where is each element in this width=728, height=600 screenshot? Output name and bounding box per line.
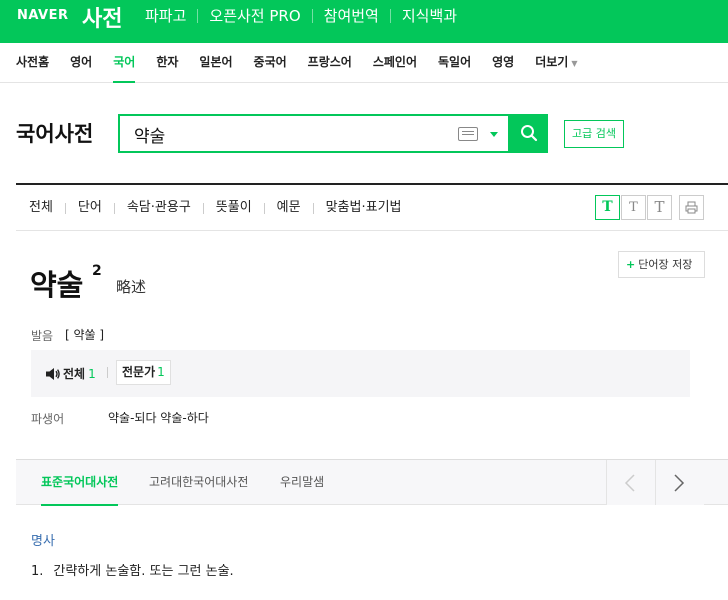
filter-tab-idiom[interactable]: 속담·관용구 [127,199,191,217]
print-button[interactable] [679,195,704,220]
divider [263,202,265,214]
entry-headword: 약술 [30,268,84,302]
source-tab-standard[interactable]: 표준국어대사전 [41,460,119,506]
lang-tab-japanese[interactable]: 일본어 [199,43,232,83]
divider [16,183,728,185]
dictionary-logo[interactable]: 사전 [82,1,122,33]
audio-all-button[interactable]: 전체 1 [45,365,96,382]
top-nav-open-dict-pro[interactable]: 오픈사전 PRO [209,6,300,26]
source-tab-korea-univ[interactable]: 고려대한국어대사전 [149,460,248,505]
audio-expert-count: 1 [157,365,165,379]
lang-tab-hanja[interactable]: 한자 [156,43,178,83]
lang-tab-chinese[interactable]: 중국어 [254,43,287,83]
chevron-right-icon [674,474,685,492]
lang-tab-english-english[interactable]: 영영 [492,43,514,83]
divider [64,202,66,214]
audio-expert-label: 전문가 [122,365,156,379]
language-nav: 사전홈 영어 국어 한자 일본어 중국어 프랑스어 스페인어 독일어 영영 더보… [0,43,728,83]
divider [389,9,391,23]
naver-logo[interactable]: NAVER [17,8,69,23]
pronunciation-label: 발음 [31,329,54,343]
caret-down-icon[interactable] [490,132,498,137]
divider [312,202,314,214]
derivative-words[interactable]: 약술-되다 약술-하다 [108,409,209,426]
lang-tab-more[interactable]: 더보기 ▼ [535,43,577,83]
lang-tab-korean[interactable]: 국어 [113,43,136,83]
font-size-default-button[interactable]: T [595,195,620,220]
search-icon [521,125,538,142]
divider [113,202,115,214]
font-size-controls: T T T [595,195,705,220]
pronunciation-audio-panel: 전체 1 전문가 1 [31,350,690,397]
homonym-number: 2 [92,263,102,279]
advanced-search-button[interactable]: 고급 검색 [564,120,624,148]
speaker-icon [46,367,60,380]
audio-expert-button[interactable]: 전문가 1 [116,360,171,385]
divider [16,230,728,231]
part-of-speech: 명사 [31,534,55,549]
filter-tab-spelling[interactable]: 맞춤법·표기법 [326,199,402,217]
save-label: 단어장 저장 [638,258,693,271]
dictionary-source-tabs: 표준국어대사전 고려대한국어대사전 우리말샘 [16,459,728,506]
save-to-wordbook-button[interactable]: + 단어장 저장 [618,251,705,278]
audio-all-label: 전체 [63,367,86,381]
top-nav-encyclopedia[interactable]: 지식백과 [402,6,457,26]
top-bar: NAVER 사전 파파고 오픈사전 PRO 참여번역 지식백과 [0,0,728,43]
lang-tab-home[interactable]: 사전홈 [16,43,49,83]
derivative-label: 파생어 [31,412,65,426]
filter-tab-word[interactable]: 단어 [78,199,102,217]
top-nav: 파파고 오픈사전 PRO 참여번역 지식백과 [145,6,457,26]
chevron-left-icon [624,474,635,492]
filter-tab-meaning[interactable]: 뜻풀이 [216,199,252,217]
search-button[interactable] [510,114,548,153]
search-input[interactable] [134,121,454,147]
font-size-large-button[interactable]: T [647,195,672,220]
plus-icon: + [626,258,636,271]
divider [311,9,313,23]
next-button[interactable] [655,460,704,505]
dictionary-title: 국어사전 [16,122,94,146]
entry-hanja: 略述 [116,278,147,296]
source-tab-urimalsaem[interactable]: 우리말샘 [280,460,324,505]
lang-tab-english[interactable]: 영어 [70,43,92,83]
lang-tab-german[interactable]: 독일어 [438,43,471,83]
divider [197,9,199,23]
audio-all-count: 1 [88,366,96,381]
pronunciation-value: [ 약쑬 ] [65,328,105,342]
divider [202,202,204,214]
definition-item: 1. 간략하게 논술함. 또는 그런 논술. [31,560,234,579]
definition-number: 1. [31,564,44,579]
lang-tab-french[interactable]: 프랑스어 [308,43,352,83]
top-nav-papago[interactable]: 파파고 [145,6,186,26]
filter-tab-example[interactable]: 예문 [277,199,301,217]
divider [107,367,108,378]
print-icon [685,201,698,214]
chevron-down-icon: ▼ [571,59,578,68]
prev-button[interactable] [606,460,655,505]
lang-tab-spanish[interactable]: 스페인어 [373,43,417,83]
definition-text: 간략하게 논술함. 또는 그런 논술. [53,564,234,579]
search-filter-tabs: 전체 단어 속담·관용구 뜻풀이 예문 맞춤법·표기법 [29,199,402,217]
keyboard-icon[interactable] [458,127,478,141]
more-label: 더보기 [535,55,569,69]
font-size-medium-button[interactable]: T [621,195,646,220]
search-box [118,114,510,153]
top-nav-translation[interactable]: 참여번역 [324,6,379,26]
filter-tab-all[interactable]: 전체 [29,199,53,217]
